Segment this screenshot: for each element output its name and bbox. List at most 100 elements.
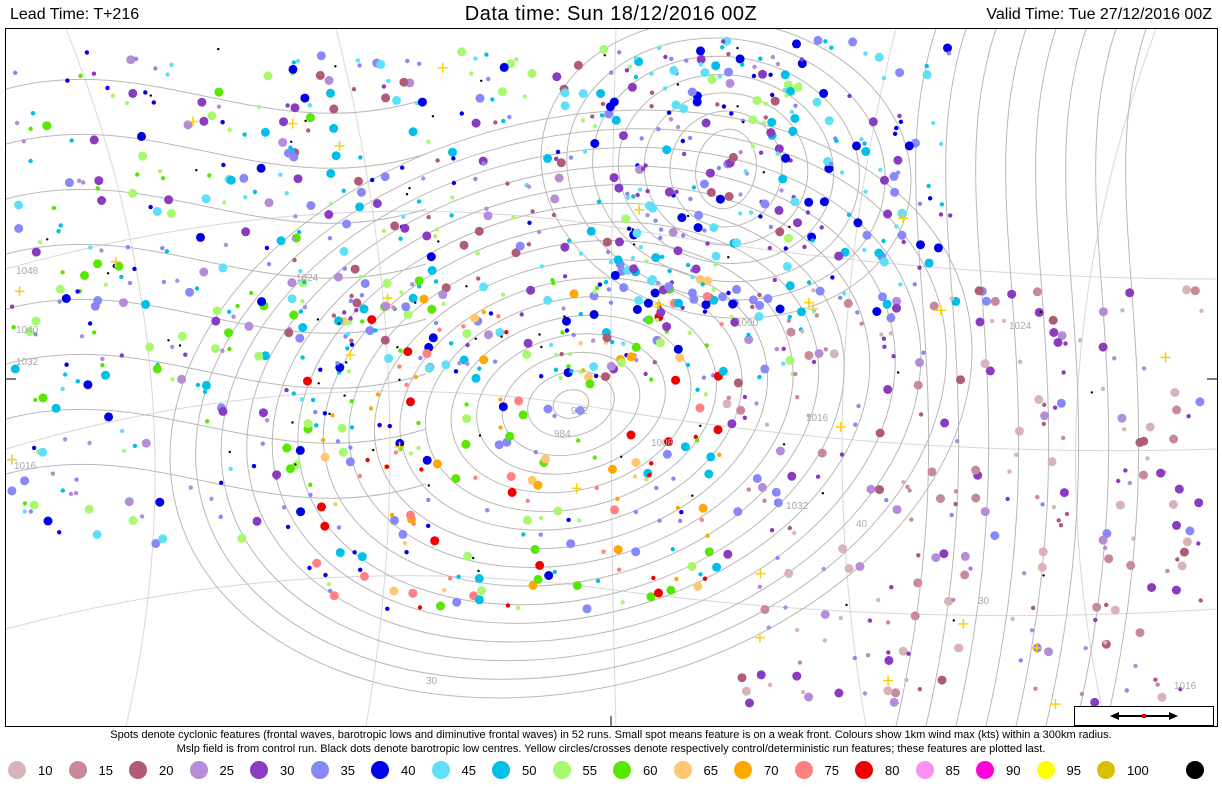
feature-spot (543, 154, 553, 163)
feature-spot (680, 442, 690, 452)
feature-spot (886, 650, 891, 655)
feature-spot (834, 688, 844, 698)
feature-spot (62, 437, 68, 442)
feature-spot (548, 342, 554, 348)
feature-spot (51, 205, 57, 211)
legend-swatch (492, 761, 510, 779)
feature-spot (426, 497, 431, 502)
map-canvas: 1048 1040 1032 1024 1024 1016 1008 1000 … (6, 29, 1217, 726)
feature-spot (750, 144, 756, 149)
feature-spot (879, 257, 889, 267)
feature-spot (303, 419, 313, 429)
feature-spot (1100, 386, 1106, 392)
feature-spot (1198, 598, 1203, 603)
feature-spot (124, 497, 134, 507)
feature-spot (300, 298, 305, 304)
feature-spot (1124, 688, 1130, 693)
feature-spot (291, 391, 296, 396)
feature-spot (496, 314, 501, 319)
feature-spot (688, 196, 693, 202)
feature-spot (662, 86, 668, 91)
feature-spot (611, 115, 621, 125)
feature-spot (1037, 562, 1047, 572)
feature-spot (127, 280, 133, 286)
feature-spot (345, 457, 355, 467)
feature-spot (805, 210, 811, 215)
feature-spot (538, 515, 544, 521)
feature-spot (859, 321, 864, 326)
feature-spot (861, 147, 871, 156)
feature-spot (748, 115, 758, 125)
header-bar: Lead Time: T+216 Data time: Sun 18/12/20… (0, 0, 1222, 30)
feature-spot (1171, 585, 1181, 595)
feature-spot (1040, 411, 1050, 421)
feature-spot (564, 328, 570, 333)
feature-spot (592, 123, 597, 129)
feature-spot (960, 551, 970, 561)
feature-spot (139, 514, 145, 519)
feature-spot (917, 265, 922, 270)
feature-spot (227, 346, 232, 352)
feature-spot (882, 299, 892, 309)
feature-spot (694, 210, 704, 220)
feature-spot (681, 233, 686, 238)
feature-spot (349, 425, 355, 430)
feature-spot (522, 350, 532, 359)
feature-spot (685, 362, 691, 368)
feature-spot (87, 440, 92, 446)
feature-spot (990, 531, 1000, 541)
feature-spot (675, 353, 685, 363)
feature-spot (160, 245, 165, 251)
feature-spot (298, 323, 308, 332)
feature-spot (875, 485, 884, 495)
barotropic-dot (149, 94, 152, 97)
feature-spot (330, 413, 335, 418)
feature-spot (348, 445, 353, 450)
feature-spot (336, 525, 342, 530)
control-cross-icon (287, 118, 298, 129)
feature-spot (403, 347, 413, 357)
feature-spot (793, 82, 803, 92)
feature-spot (627, 82, 637, 92)
feature-spot (1133, 663, 1138, 669)
feature-spot (195, 382, 201, 388)
feature-spot (956, 375, 965, 385)
feature-spot (1145, 422, 1155, 432)
feature-spot (474, 595, 484, 605)
feature-spot (553, 506, 563, 516)
feature-spot (799, 57, 805, 62)
feature-spot (743, 169, 748, 174)
feature-spot (838, 295, 843, 300)
feature-spot (342, 266, 347, 271)
feature-spot (726, 51, 731, 57)
feature-spot (401, 302, 411, 312)
feature-spot (732, 284, 742, 294)
feature-spot (687, 135, 693, 141)
feature-spot (650, 288, 660, 298)
feature-spot (589, 362, 599, 372)
feature-spot (406, 510, 415, 520)
feature-spot (462, 414, 472, 424)
feature-spot (544, 571, 554, 580)
feature-spot (766, 625, 771, 630)
barotropic-dot (472, 556, 475, 560)
feature-spot (249, 290, 254, 296)
feature-spot (413, 374, 418, 380)
feature-spot (732, 238, 742, 248)
feature-spot (459, 240, 469, 250)
feature-spot (797, 307, 806, 317)
feature-spot (1035, 494, 1040, 500)
feature-spot (702, 576, 708, 581)
feature-spot (550, 277, 555, 283)
feature-spot (884, 498, 889, 503)
feature-spot (93, 259, 103, 269)
feature-spot (296, 229, 302, 235)
feature-spot (322, 411, 328, 416)
feature-spot (713, 262, 718, 267)
feature-spot (939, 549, 949, 559)
feature-spot (1098, 307, 1108, 317)
barotropic-dot (1039, 310, 1042, 314)
barotropic-dot (691, 494, 694, 497)
feature-spot (680, 138, 685, 144)
feature-spot (91, 330, 97, 335)
